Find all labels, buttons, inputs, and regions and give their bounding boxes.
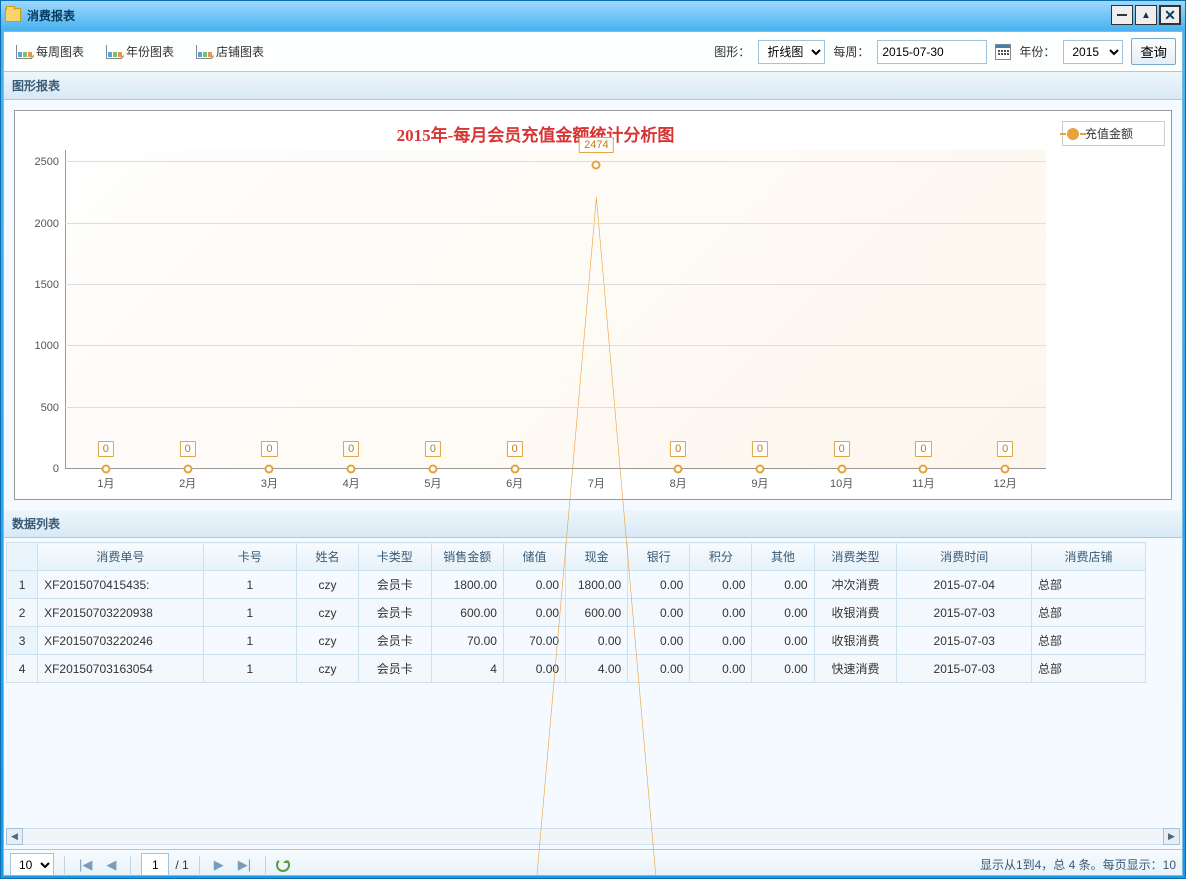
window-title: 消费报表 — [27, 7, 75, 24]
data-label: 0 — [425, 441, 441, 457]
calendar-icon[interactable] — [995, 44, 1011, 60]
data-point[interactable] — [919, 465, 928, 474]
data-point[interactable] — [183, 465, 192, 474]
data-label: 0 — [343, 441, 359, 457]
shop-chart-button[interactable]: ↘ 店铺图表 — [190, 40, 270, 63]
scroll-left-button[interactable]: ◀ — [6, 828, 23, 845]
data-label: 0 — [915, 441, 931, 457]
data-label: 0 — [507, 441, 523, 457]
query-button[interactable]: 查询 — [1131, 38, 1176, 65]
year-select[interactable]: 2015 — [1063, 40, 1123, 64]
titlebar[interactable]: 消费报表 ▲ ✕ — [1, 1, 1185, 29]
y-axis: 05001000150020002500 — [15, 150, 65, 469]
data-label: 0 — [670, 441, 686, 457]
legend-item: 充值金额 — [1062, 121, 1165, 146]
chart-icon: ↘ — [16, 45, 32, 59]
page-size-select[interactable]: 10 — [10, 853, 54, 877]
data-point[interactable] — [510, 465, 519, 474]
legend-marker-icon — [1067, 128, 1079, 140]
maximize-button[interactable]: ▲ — [1135, 5, 1157, 25]
data-label: 0 — [180, 441, 196, 457]
shape-select[interactable]: 折线图 — [758, 40, 825, 64]
week-label: 每周： — [833, 43, 869, 60]
yearly-chart-button[interactable]: ↘ 年份图表 — [100, 40, 180, 63]
chart-title: 2015年-每月会员充值金额统计分析图 — [15, 111, 1056, 150]
legend: 充值金额 — [1056, 111, 1171, 499]
close-button[interactable]: ✕ — [1159, 5, 1181, 25]
data-label: 0 — [98, 441, 114, 457]
week-input[interactable] — [877, 40, 987, 64]
folder-icon — [5, 8, 21, 22]
data-label: 0 — [997, 441, 1013, 457]
chart-icon: ↘ — [196, 45, 212, 59]
chart-icon: ↘ — [106, 45, 122, 59]
data-point[interactable] — [674, 465, 683, 474]
shape-label: 图形： — [714, 43, 750, 60]
data-label: 0 — [834, 441, 850, 457]
data-point[interactable] — [101, 465, 110, 474]
data-label: 0 — [261, 441, 277, 457]
data-point[interactable] — [755, 465, 764, 474]
data-label: 0 — [752, 441, 768, 457]
data-point[interactable] — [428, 465, 437, 474]
weekly-chart-button[interactable]: ↘ 每周图表 — [10, 40, 90, 63]
column-header[interactable]: 消费店铺 — [1032, 543, 1146, 571]
minimize-button[interactable] — [1111, 5, 1133, 25]
data-point[interactable] — [265, 465, 274, 474]
scroll-right-button[interactable]: ▶ — [1163, 828, 1180, 845]
year-label: 年份： — [1019, 43, 1055, 60]
toolbar: ↘ 每周图表 ↘ 年份图表 ↘ 店铺图表 图形： 折线图 每周： 年份： 201… — [4, 32, 1182, 72]
plot-area: 000000247400000 — [65, 150, 1046, 469]
data-point[interactable] — [592, 161, 601, 170]
section-chart-title: 图形报表 — [4, 72, 1182, 100]
window: 消费报表 ▲ ✕ ↘ 每周图表 ↘ 年份图表 ↘ 店铺图表 图形： 折线图 — [0, 0, 1186, 879]
chart-panel: 2015年-每月会员充值金额统计分析图 05001000150020002500… — [14, 110, 1172, 500]
data-point[interactable] — [1001, 465, 1010, 474]
body-area: ↘ 每周图表 ↘ 年份图表 ↘ 店铺图表 图形： 折线图 每周： 年份： 201… — [3, 31, 1183, 876]
data-label: 2474 — [579, 137, 613, 153]
data-point[interactable] — [347, 465, 356, 474]
refresh-icon[interactable] — [276, 858, 290, 872]
data-point[interactable] — [837, 465, 846, 474]
